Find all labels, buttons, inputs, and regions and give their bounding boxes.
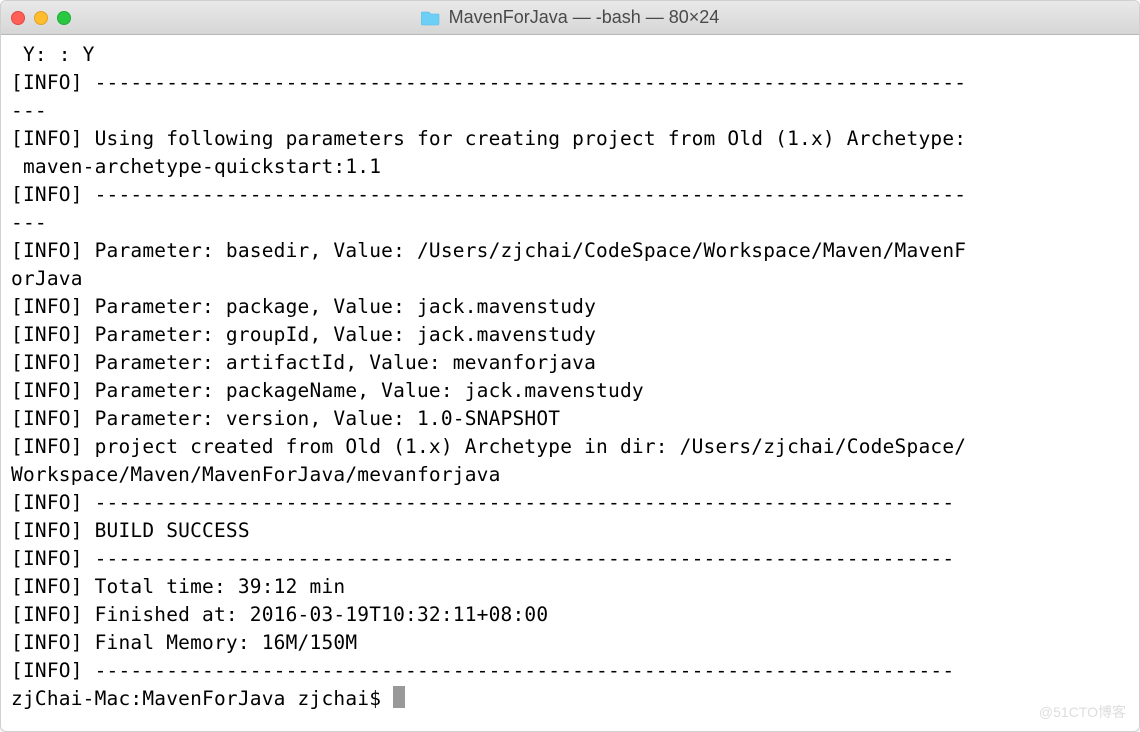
- terminal-line: [INFO] ---------------------------------…: [11, 71, 966, 94]
- cursor-icon: [393, 686, 405, 708]
- terminal-line: [INFO] ---------------------------------…: [11, 491, 954, 514]
- close-button[interactable]: [11, 11, 25, 25]
- terminal-line: [INFO] ---------------------------------…: [11, 183, 966, 206]
- terminal-line: [INFO] Parameter: package, Value: jack.m…: [11, 295, 596, 318]
- traffic-lights: [11, 11, 71, 25]
- minimize-button[interactable]: [34, 11, 48, 25]
- terminal-output[interactable]: Y: : Y [INFO] --------------------------…: [1, 35, 1139, 719]
- terminal-line: [INFO] Parameter: artifactId, Value: mev…: [11, 351, 596, 374]
- terminal-line: [INFO] ---------------------------------…: [11, 659, 954, 682]
- terminal-line: [INFO] Final Memory: 16M/150M: [11, 631, 357, 654]
- titlebar[interactable]: MavenForJava — -bash — 80×24: [1, 1, 1139, 35]
- terminal-line: [INFO] Total time: 39:12 min: [11, 575, 345, 598]
- terminal-line: Workspace/Maven/MavenForJava/mevanforjav…: [11, 463, 501, 486]
- terminal-prompt: zjChai-Mac:MavenForJava zjchai$: [11, 687, 393, 710]
- terminal-line: [INFO] Finished at: 2016-03-19T10:32:11+…: [11, 603, 548, 626]
- terminal-line: ---: [11, 99, 47, 122]
- terminal-line: [INFO] Using following parameters for cr…: [11, 127, 966, 150]
- terminal-line: Y: : Y: [11, 43, 95, 66]
- terminal-line: ---: [11, 211, 47, 234]
- terminal-line: [INFO] Parameter: packageName, Value: ja…: [11, 379, 644, 402]
- window-title: MavenForJava — -bash — 80×24: [449, 7, 720, 28]
- terminal-line: [INFO] Parameter: groupId, Value: jack.m…: [11, 323, 596, 346]
- watermark: @51CTO博客: [1039, 702, 1126, 722]
- terminal-line: [INFO] ---------------------------------…: [11, 547, 954, 570]
- terminal-line: [INFO] Parameter: version, Value: 1.0-SN…: [11, 407, 560, 430]
- terminal-line: [INFO] BUILD SUCCESS: [11, 519, 250, 542]
- terminal-line: orJava: [11, 267, 83, 290]
- terminal-line: [INFO] Parameter: basedir, Value: /Users…: [11, 239, 966, 262]
- window-title-group: MavenForJava — -bash — 80×24: [421, 7, 720, 28]
- terminal-line: maven-archetype-quickstart:1.1: [11, 155, 381, 178]
- folder-icon: [421, 10, 441, 26]
- terminal-line: [INFO] project created from Old (1.x) Ar…: [11, 435, 966, 458]
- maximize-button[interactable]: [57, 11, 71, 25]
- terminal-window: MavenForJava — -bash — 80×24 Y: : Y [INF…: [0, 0, 1140, 732]
